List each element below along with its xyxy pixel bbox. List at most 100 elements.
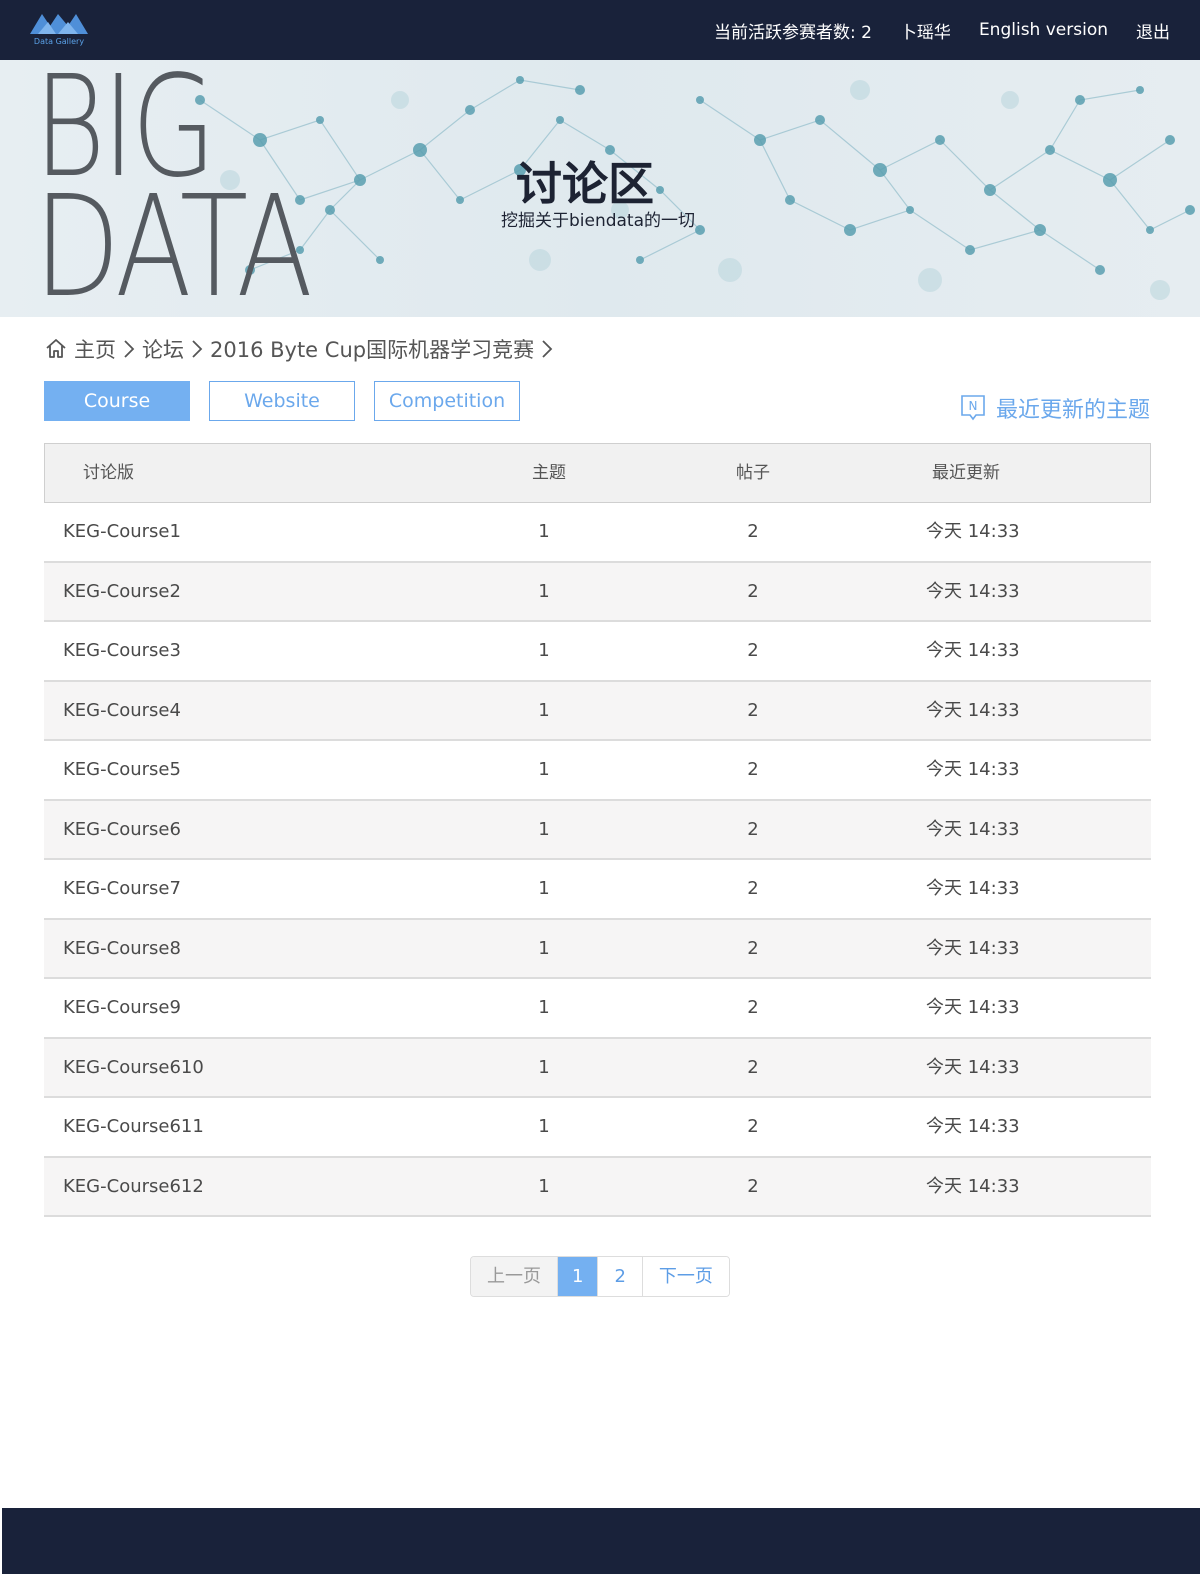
board-name-link[interactable]: KEG-Course6 (63, 801, 181, 859)
prev-page-button[interactable]: 上一页 (471, 1257, 558, 1296)
tab-course[interactable]: Course (44, 381, 190, 421)
breadcrumb-home[interactable]: 主页 (74, 334, 116, 364)
table-header: 讨论版 主题 帖子 最近更新 (44, 443, 1151, 503)
last-updated: 今天 14:33 (926, 699, 1020, 721)
table-body: KEG-Course1 1 2 今天 14:33 KEG-Course2 1 2 今天 14:… (44, 503, 1151, 1217)
tab-competition[interactable]: Competition (374, 381, 520, 421)
new-topic-icon: N (961, 395, 985, 421)
page-2-button[interactable]: 2 (598, 1257, 643, 1296)
recent-topics-link[interactable]: N 最近更新的主题 (960, 392, 1150, 424)
chevron-right-icon (124, 340, 135, 358)
table-row[interactable]: KEG-Course9 1 2 今天 14:33 (44, 979, 1151, 1039)
pagination: 上一页 1 2 下一页 (470, 1256, 730, 1297)
topic-count-value: 1 (538, 521, 550, 542)
last-updated: 今天 14:33 (926, 640, 1020, 661)
topic-count-value: 1 (538, 1056, 550, 1078)
top-nav: Data Gallery 当前活跃参赛者数: 2 卜瑶华 English ver… (0, 0, 1200, 60)
last-updated: 今天 14:33 (926, 818, 1020, 840)
table-row[interactable]: KEG-Course1 1 2 今天 14:33 (44, 503, 1151, 563)
topic-count-value: 1 (538, 1175, 550, 1197)
nav-right: 当前活跃参赛者数: 2 卜瑶华 English version 退出 (714, 0, 1170, 60)
user-name-link[interactable]: 卜瑶华 (900, 18, 951, 43)
post-count-value: 2 (747, 878, 759, 899)
footer (2, 1508, 1200, 1574)
logout-link[interactable]: 退出 (1136, 18, 1170, 43)
hero-banner: BIG DATA 讨论区 挖掘关于biendata的一切 (0, 60, 1200, 317)
board-name-link[interactable]: KEG-Course9 (63, 979, 181, 1037)
board-name-link[interactable]: KEG-Course612 (63, 1158, 204, 1216)
table-row[interactable]: KEG-Course610 1 2 今天 14:33 (44, 1038, 1151, 1098)
board-name-link[interactable]: KEG-Course2 (63, 563, 181, 621)
table-row[interactable]: KEG-Course2 1 2 今天 14:33 (44, 562, 1151, 622)
active-participants-count: 当前活跃参赛者数: 2 (713, 22, 872, 43)
last-updated: 今天 14:33 (926, 1056, 1020, 1078)
header-board: 讨论版 (83, 463, 134, 483)
header-topics: 主题 (532, 463, 566, 483)
last-updated: 今天 14:33 (926, 1116, 1020, 1137)
post-count-value: 2 (747, 699, 759, 721)
post-count-value: 2 (747, 818, 759, 840)
board-name-link[interactable]: KEG-Course5 (63, 741, 181, 799)
post-count-value: 2 (747, 1056, 759, 1078)
last-updated: 今天 14:33 (926, 1175, 1020, 1197)
svg-text:N: N (968, 399, 977, 413)
english-version-link[interactable]: English version (979, 20, 1108, 40)
table-row[interactable]: KEG-Course611 1 2 今天 14:33 (44, 1098, 1151, 1158)
post-count-value: 2 (747, 937, 759, 959)
home-icon[interactable] (44, 337, 68, 361)
last-updated: 今天 14:33 (926, 580, 1020, 602)
board-name-link[interactable]: KEG-Course7 (63, 860, 181, 918)
table-row[interactable]: KEG-Course5 1 2 今天 14:33 (44, 741, 1151, 801)
topic-count-value: 1 (538, 937, 550, 959)
table-row[interactable]: KEG-Course7 1 2 今天 14:33 (44, 860, 1151, 920)
post-count-value: 2 (747, 759, 759, 780)
post-count-value: 2 (747, 997, 759, 1018)
board-name-link[interactable]: KEG-Course3 (63, 622, 181, 680)
post-count-value: 2 (747, 521, 759, 542)
topic-count-value: 1 (538, 818, 550, 840)
board-name-link[interactable]: KEG-Course8 (63, 920, 181, 978)
table-row[interactable]: KEG-Course3 1 2 今天 14:33 (44, 622, 1151, 682)
header-updated: 最近更新 (932, 463, 1000, 483)
topic-count-value: 1 (538, 878, 550, 899)
post-count-value: 2 (747, 640, 759, 661)
recent-topics-label: 最近更新的主题 (995, 398, 1150, 423)
logo-text: Data Gallery (33, 37, 85, 46)
next-page-button[interactable]: 下一页 (642, 1257, 729, 1296)
chevron-right-icon (192, 340, 203, 358)
post-count-value: 2 (747, 580, 759, 602)
last-updated: 今天 14:33 (926, 937, 1020, 959)
topic-count-value: 1 (538, 1116, 550, 1137)
table-row[interactable]: KEG-Course612 1 2 今天 14:33 (44, 1157, 1151, 1217)
topic-count-value: 1 (538, 640, 550, 661)
page-title: 讨论区 (516, 157, 654, 211)
breadcrumb: 主页 论坛 2016 Byte Cup国际机器学习竞赛 (44, 334, 554, 364)
data-gallery-logo[interactable]: Data Gallery (28, 10, 90, 50)
breadcrumb-forum[interactable]: 论坛 (142, 334, 184, 364)
breadcrumb-current[interactable]: 2016 Byte Cup国际机器学习竞赛 (210, 334, 534, 364)
page-1-button[interactable]: 1 (558, 1257, 599, 1296)
table-row[interactable]: KEG-Course6 1 2 今天 14:33 (44, 800, 1151, 860)
last-updated: 今天 14:33 (926, 521, 1020, 542)
table-row[interactable]: KEG-Course8 1 2 今天 14:33 (44, 919, 1151, 979)
table-row[interactable]: KEG-Course4 1 2 今天 14:33 (44, 681, 1151, 741)
last-updated: 今天 14:33 (926, 997, 1020, 1018)
board-name-link[interactable]: KEG-Course1 (63, 503, 181, 561)
forum-boards-table: 讨论版 主题 帖子 最近更新 KEG-Course1 1 2 今天 14:33 KEG-… (44, 443, 1151, 1217)
post-count-value: 2 (747, 1175, 759, 1197)
last-updated: 今天 14:33 (926, 759, 1020, 780)
chevron-right-icon (542, 340, 553, 358)
topic-count-value: 1 (538, 580, 550, 602)
topic-count-value: 1 (538, 759, 550, 780)
mountain-logo-icon (30, 14, 88, 34)
board-name-link[interactable]: KEG-Course4 (63, 682, 181, 740)
board-name-link[interactable]: KEG-Course611 (63, 1098, 204, 1156)
post-count-value: 2 (747, 1116, 759, 1137)
topic-count-value: 1 (538, 997, 550, 1018)
last-updated: 今天 14:33 (926, 878, 1020, 899)
board-name-link[interactable]: KEG-Course610 (63, 1039, 204, 1097)
tab-website[interactable]: Website (209, 381, 355, 421)
header-posts: 帖子 (736, 463, 770, 483)
page-subtitle: 挖掘关于biendata的一切 (500, 211, 696, 231)
topic-count-value: 1 (538, 699, 550, 721)
